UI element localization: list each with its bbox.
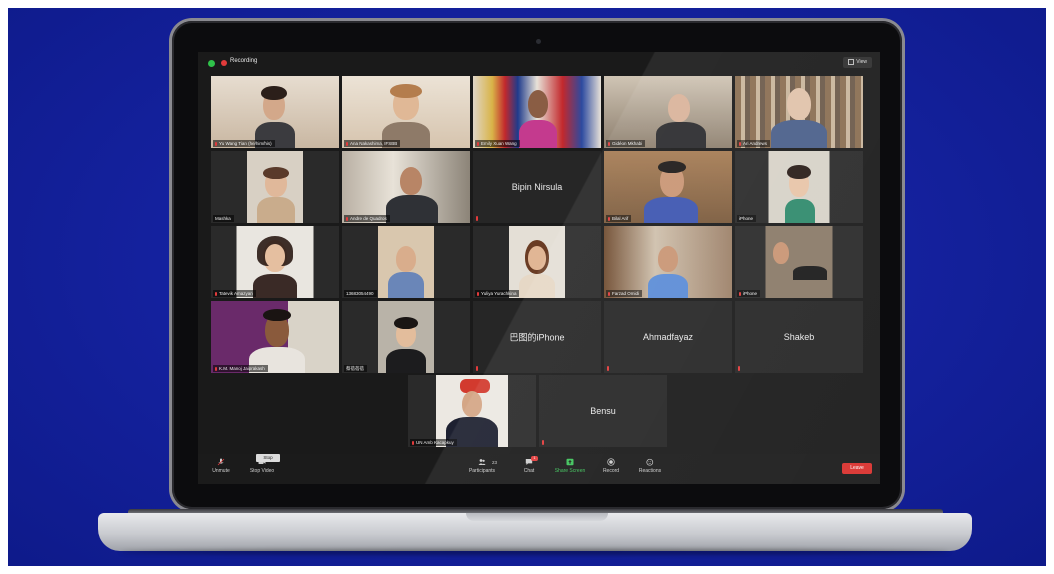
participant-tile[interactable]: K.M. Manoj Jaiprakash xyxy=(211,301,339,373)
participant-tile[interactable]: Gidéon Mkhabi xyxy=(604,76,732,148)
reactions-label: Reactions xyxy=(638,468,662,474)
unmute-label: Unmute xyxy=(212,468,230,474)
mic-muted-icon xyxy=(477,291,479,296)
participants-count: 23 xyxy=(492,460,498,465)
participant-name: 巴图的iPhone xyxy=(509,332,565,343)
mic-muted-icon xyxy=(738,366,740,371)
mic-muted-icon xyxy=(215,141,217,146)
stop-video-tooltip: Stop Video (Alt+V) xyxy=(256,454,280,476)
participant-tile[interactable]: iPhone xyxy=(735,151,863,223)
participants-icon xyxy=(478,459,486,465)
share-screen-icon xyxy=(566,458,574,466)
participant-name: Ahmadfayaz xyxy=(642,332,694,342)
leave-button[interactable]: Leave xyxy=(842,463,872,474)
mic-muted-icon xyxy=(608,216,610,221)
mic-muted-icon xyxy=(346,141,348,146)
participant-tile[interactable]: 巴图的iPhone xyxy=(473,301,601,373)
mic-muted-icon xyxy=(542,440,544,445)
chat-badge: 1 xyxy=(531,456,538,461)
participant-name: Shakeb xyxy=(783,332,815,342)
view-button[interactable]: View xyxy=(843,57,872,68)
grid-icon xyxy=(848,58,855,65)
participant-tile[interactable]: 13683054490 xyxy=(342,226,470,298)
mic-muted-icon xyxy=(215,291,217,296)
share-screen-label: Share Screen xyxy=(554,468,586,474)
participant-tile[interactable]: Andre de Quadros xyxy=(342,151,470,223)
stop-video-button[interactable]: Stop Video (Alt+V) Stop Video xyxy=(244,454,280,476)
participant-tile[interactable]: Farzad Omidi xyxy=(604,226,732,298)
mic-muted-icon xyxy=(607,366,609,371)
mic-muted-icon xyxy=(739,141,741,146)
participant-tile[interactable]: UN Amb Kacapkuy xyxy=(408,375,536,447)
mic-muted-icon xyxy=(215,366,217,371)
participant-name: Bensu xyxy=(590,406,616,416)
security-shield-icon[interactable] xyxy=(208,60,215,67)
laptop-shadow xyxy=(120,549,950,555)
participant-name: Bilal Arif xyxy=(606,215,632,222)
participant-tile[interactable]: Yu Wang Tian (he/him/his) xyxy=(211,76,339,148)
participant-name: 13683054490 xyxy=(344,290,377,297)
participant-name: iPhone xyxy=(737,290,761,297)
participant-name: Bipin Nirsula xyxy=(511,182,563,192)
participant-tile[interactable]: Bipin Nirsula xyxy=(473,151,601,223)
mic-muted-icon xyxy=(412,440,414,445)
mic-muted-icon xyxy=(739,291,741,296)
recording-icon xyxy=(221,60,227,66)
participant-tile[interactable]: Tatevik Amazyan xyxy=(211,226,339,298)
participant-name: Yuliya Yurachkina xyxy=(475,290,520,297)
meeting-toolbar: Unmute Stop Video (Alt+V) Stop Video Par… xyxy=(198,454,880,484)
mic-muted-icon xyxy=(608,141,610,146)
recording-label: Recording xyxy=(230,58,258,64)
participant-name: Andre de Quadros xyxy=(344,215,390,222)
participant-name: Yu Wang Tian (he/him/his) xyxy=(213,140,275,147)
participant-name: Gidéon Mkhabi xyxy=(606,140,646,147)
zoom-meeting-window: Recording View Yu Wang Tian (he/him/his)… xyxy=(198,52,880,484)
record-icon xyxy=(607,458,615,466)
participant-name: Mashka xyxy=(213,215,234,222)
participant-name: Ana Nakashima, IFSBB xyxy=(344,140,401,147)
view-label: View xyxy=(856,59,867,65)
mic-muted-icon xyxy=(608,291,610,296)
meeting-top-bar: Recording View xyxy=(198,52,880,74)
participant-tile[interactable]: Ahmadfayaz xyxy=(604,301,732,373)
participant-tile[interactable]: 蔡蓓蓓蓓 xyxy=(342,301,470,373)
mic-off-icon xyxy=(217,458,225,466)
participant-name: K.M. Manoj Jaiprakash xyxy=(213,365,268,372)
participant-tile[interactable]: Ari Andrews xyxy=(735,76,863,148)
participant-name: Ari Andrews xyxy=(737,140,771,147)
chat-label: Chat xyxy=(523,468,535,474)
participants-label: Participants xyxy=(468,468,496,474)
participant-tile[interactable]: Shakeb xyxy=(735,301,863,373)
share-screen-button[interactable]: Share Screen xyxy=(550,458,590,474)
participant-name: Emily Xuan Wang xyxy=(475,140,520,147)
reactions-button[interactable]: Reactions xyxy=(634,458,666,474)
mic-muted-icon xyxy=(476,216,478,221)
participant-tile[interactable]: iPhone xyxy=(735,226,863,298)
laptop-opening-notch xyxy=(466,513,608,521)
participant-name: UN Amb Kacapkuy xyxy=(410,439,457,446)
unmute-button[interactable]: Unmute xyxy=(208,458,234,474)
participant-name: Farzad Omidi xyxy=(606,290,643,297)
record-label: Record xyxy=(602,468,620,474)
chat-button[interactable]: 1 Chat xyxy=(518,456,540,474)
participant-tile[interactable]: Bilal Arif xyxy=(604,151,732,223)
reactions-smiley-icon xyxy=(646,458,654,466)
participant-name: Tatevik Amazyan xyxy=(213,290,256,297)
record-button[interactable]: Record xyxy=(598,458,624,474)
participant-tile[interactable]: Yuliya Yurachkina xyxy=(473,226,601,298)
mic-muted-icon xyxy=(477,141,479,146)
participant-tile[interactable]: Bensu xyxy=(539,375,667,447)
participant-name: iPhone xyxy=(737,215,757,222)
mic-muted-icon xyxy=(476,366,478,371)
participant-name: 蔡蓓蓓蓓 xyxy=(344,365,367,372)
webcam xyxy=(536,39,541,44)
participant-tile[interactable]: Ana Nakashima, IFSBB xyxy=(342,76,470,148)
participant-tile-active-speaker[interactable]: Mashka xyxy=(211,151,339,223)
participant-tile[interactable]: Emily Xuan Wang xyxy=(473,76,601,148)
mic-muted-icon xyxy=(346,216,348,221)
